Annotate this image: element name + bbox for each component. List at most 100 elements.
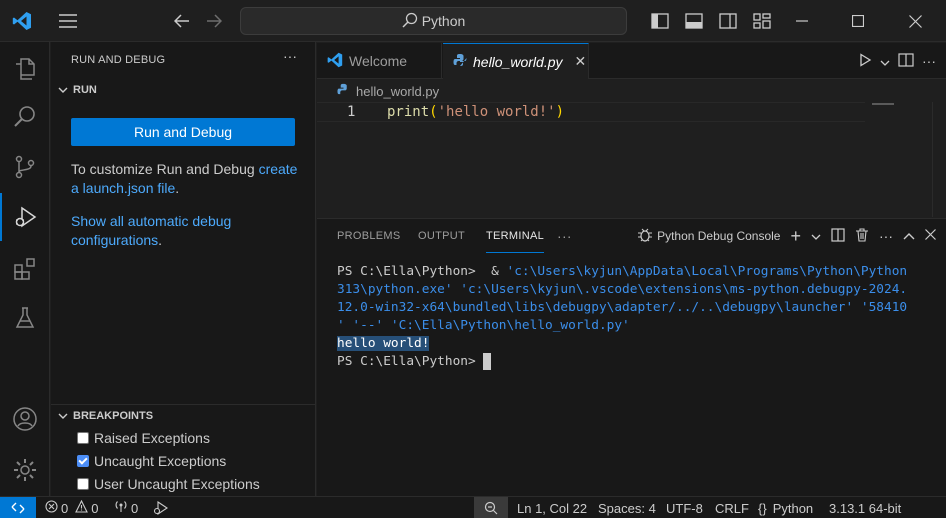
editor-scrollbar[interactable] bbox=[932, 102, 946, 217]
run-debug-sidebar: RUN AND DEBUG ··· RUN Run and Debug To c… bbox=[51, 42, 316, 496]
breakpoint-checkbox[interactable] bbox=[77, 432, 89, 444]
editor-tabs: Welcome hello_world.py ✕ ··· bbox=[317, 43, 946, 79]
new-terminal-icon[interactable]: + bbox=[790, 226, 801, 247]
split-editor-icon[interactable] bbox=[898, 52, 914, 70]
cursor-position[interactable]: Ln 1, Col 22 bbox=[517, 497, 587, 518]
vscode-logo-icon bbox=[327, 52, 343, 71]
error-count: 0 bbox=[61, 500, 69, 516]
debug-status-icon[interactable] bbox=[153, 497, 168, 518]
bottom-panel: PROBLEMS OUTPUT TERMINAL ··· Python Debu… bbox=[317, 218, 946, 496]
maximize-panel-icon[interactable] bbox=[903, 229, 915, 243]
explorer-icon[interactable] bbox=[0, 45, 50, 93]
encoding[interactable]: UTF-8 bbox=[666, 497, 703, 518]
toggle-sidebar-icon[interactable] bbox=[648, 9, 672, 33]
indentation[interactable]: Spaces: 4 bbox=[598, 497, 656, 518]
editor-actions: ··· bbox=[858, 43, 946, 79]
program-output: hello world! bbox=[337, 336, 430, 351]
line-number: 1 bbox=[347, 104, 356, 120]
show-automatic-configs-link[interactable]: Show all automatic debug configurations bbox=[71, 213, 231, 248]
sidebar-title: RUN AND DEBUG bbox=[71, 54, 166, 66]
more-actions-icon[interactable]: ··· bbox=[879, 228, 893, 244]
testing-icon[interactable] bbox=[0, 294, 50, 342]
warning-count: 0 bbox=[91, 500, 99, 516]
toggle-secondary-sidebar-icon[interactable] bbox=[716, 9, 740, 33]
breadcrumb-file[interactable]: hello_world.py bbox=[356, 84, 439, 99]
more-tabs-icon[interactable]: ··· bbox=[557, 219, 572, 253]
run-python-file-icon[interactable] bbox=[858, 52, 872, 70]
menu-icon[interactable] bbox=[52, 0, 84, 42]
source-control-icon[interactable] bbox=[0, 143, 50, 191]
tab-terminal[interactable]: TERMINAL bbox=[486, 219, 545, 253]
customize-layout-icon[interactable] bbox=[750, 9, 774, 33]
breakpoint-checkbox[interactable] bbox=[77, 478, 89, 490]
accounts-icon[interactable] bbox=[0, 395, 50, 443]
code-editor[interactable]: 1 print('hello world!') bbox=[317, 102, 946, 217]
command-center-search[interactable]: Python bbox=[240, 7, 627, 35]
zoom-icon[interactable] bbox=[474, 497, 508, 518]
breakpoint-item[interactable]: User Uncaught Exceptions bbox=[77, 473, 260, 495]
maximize-icon[interactable] bbox=[836, 0, 880, 42]
language-label: Python bbox=[772, 500, 814, 516]
problems-status[interactable]: 0 0 bbox=[45, 497, 98, 518]
trash-icon[interactable] bbox=[855, 227, 869, 245]
breakpoint-label: User Uncaught Exceptions bbox=[94, 476, 260, 492]
run-and-debug-button[interactable]: Run and Debug bbox=[71, 118, 295, 146]
breakpoint-item[interactable]: Uncaught Exceptions bbox=[77, 450, 226, 472]
remote-indicator-icon[interactable] bbox=[0, 497, 36, 518]
breakpoint-label: Raised Exceptions bbox=[94, 430, 210, 446]
chevron-down-icon[interactable] bbox=[880, 54, 890, 69]
tab-hello-world[interactable]: hello_world.py ✕ bbox=[443, 43, 589, 79]
show-configs-description: Show all automatic debug configurations. bbox=[71, 212, 301, 250]
line-ending[interactable]: CRLF bbox=[715, 497, 749, 518]
terminal-command: 313\python.exe' 'c:\Users\kyjun\.vscode\… bbox=[337, 282, 908, 297]
search-icon[interactable] bbox=[0, 93, 50, 141]
toggle-panel-icon[interactable] bbox=[682, 9, 706, 33]
breadcrumb[interactable]: hello_world.py bbox=[317, 80, 946, 102]
tab-label: Welcome bbox=[349, 53, 408, 69]
chevron-down-icon bbox=[53, 87, 73, 93]
extensions-icon[interactable] bbox=[0, 245, 50, 293]
arrow-right-icon[interactable] bbox=[200, 0, 228, 42]
terminal-actions: Python Debug Console + ··· bbox=[637, 219, 936, 253]
breakpoint-checkbox[interactable] bbox=[77, 455, 89, 467]
run-debug-icon[interactable] bbox=[0, 193, 50, 241]
chevron-down-icon bbox=[53, 413, 73, 419]
breakpoint-label: Uncaught Exceptions bbox=[94, 453, 227, 469]
run-section-header[interactable]: RUN bbox=[51, 79, 316, 101]
more-actions-icon[interactable]: ··· bbox=[283, 48, 297, 64]
tab-welcome[interactable]: Welcome bbox=[317, 43, 442, 79]
minimap[interactable] bbox=[872, 103, 894, 105]
language-mode[interactable]: {} Python bbox=[758, 497, 813, 518]
tab-output[interactable]: OUTPUT bbox=[418, 219, 465, 253]
status-bar: 0 0 0 Ln 1, Col 22 Spaces: 4 UTF-8 CRLF … bbox=[0, 496, 946, 518]
breakpoint-item[interactable]: Raised Exceptions bbox=[77, 427, 210, 449]
activity-bar bbox=[0, 42, 50, 496]
terminal-output[interactable]: PS C:\Ella\Python> & 'c:\Users\kyjun\App… bbox=[337, 263, 933, 371]
antenna-icon bbox=[114, 500, 128, 516]
tab-problems[interactable]: PROBLEMS bbox=[337, 219, 401, 253]
more-actions-icon[interactable]: ··· bbox=[922, 53, 936, 69]
chevron-down-icon[interactable] bbox=[811, 229, 821, 243]
terminal-command: 'c:\Users\kyjun\AppData\Local\Programs\P… bbox=[506, 264, 908, 279]
terminal-selector[interactable]: Python Debug Console bbox=[637, 227, 780, 246]
terminal-cursor bbox=[483, 353, 492, 370]
close-icon[interactable]: ✕ bbox=[575, 53, 587, 70]
arrow-left-icon[interactable] bbox=[168, 0, 196, 42]
debug-icon bbox=[637, 227, 653, 246]
breakpoints-section-header[interactable]: BREAKPOINTS bbox=[51, 404, 316, 426]
manage-icon[interactable] bbox=[0, 446, 50, 494]
ports-status[interactable]: 0 bbox=[114, 497, 138, 518]
close-icon[interactable] bbox=[893, 0, 937, 42]
terminal-prompt: PS C:\Ella\Python> & bbox=[337, 264, 507, 279]
code-text[interactable]: print('hello world!') bbox=[387, 104, 564, 120]
split-terminal-icon[interactable] bbox=[831, 227, 845, 245]
terminal-command: ' '--' 'C:\Ella\Python\hello_world.py' bbox=[337, 318, 630, 333]
customize-description: To customize Run and Debug create a laun… bbox=[71, 160, 301, 198]
period-text: . bbox=[175, 180, 180, 196]
layout-controls bbox=[648, 0, 774, 42]
close-panel-icon[interactable] bbox=[925, 229, 936, 243]
python-interpreter[interactable]: 3.13.1 64-bit bbox=[829, 497, 901, 518]
minimize-icon[interactable] bbox=[780, 0, 824, 42]
vscode-logo bbox=[0, 0, 44, 42]
code-line[interactable]: 1 print('hello world!') bbox=[317, 102, 865, 122]
